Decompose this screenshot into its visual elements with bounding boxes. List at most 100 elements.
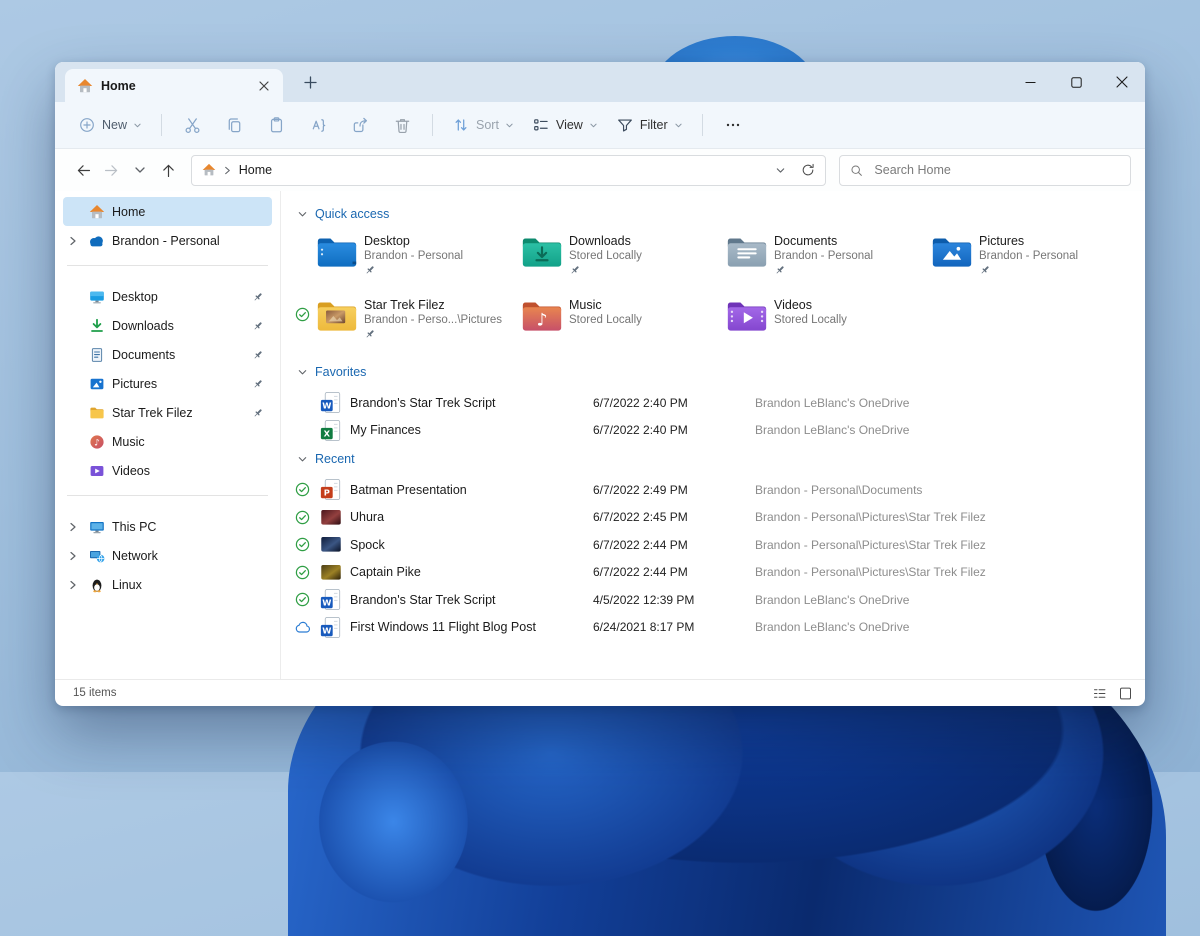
view-button[interactable]: View xyxy=(523,110,607,140)
forward-button[interactable] xyxy=(97,156,125,185)
details-view-icon[interactable] xyxy=(1089,683,1109,703)
tile-subtitle: Brandon - Perso...\Pictures xyxy=(364,314,503,326)
sidebar-item-videos[interactable]: Videos xyxy=(63,456,272,485)
chevron-right-icon[interactable] xyxy=(65,580,81,590)
tile-name: Star Trek Filez xyxy=(364,298,445,312)
filter-button[interactable]: Filter xyxy=(607,110,692,140)
tile-text: Star Trek Filez Brandon - Perso...\Pictur… xyxy=(364,295,503,353)
thumbnails-view-icon[interactable] xyxy=(1115,683,1135,703)
address-bar[interactable]: Home xyxy=(190,154,827,186)
tile-text: Desktop Brandon - Personal xyxy=(364,231,463,289)
sync-status-placeholder xyxy=(295,231,316,289)
chevron-down-icon xyxy=(298,211,307,216)
sidebar-item-pictures[interactable]: Pictures xyxy=(63,369,272,398)
file-row-first-windows-11-flight-blog-post[interactable]: W First Windows 11 Flight Blog Post 6/24/2… xyxy=(295,614,1145,642)
quick-access-tile-documents[interactable]: Documents Brandon - Personal xyxy=(705,231,910,289)
status-bar: 15 items xyxy=(55,679,1145,706)
tab-title: Home xyxy=(101,78,136,93)
quick-access-tile-star-trek-filez[interactable]: Star Trek Filez Brandon - Perso...\Pictur… xyxy=(295,295,503,353)
file-row-batman-presentation[interactable]: P Batman Presentation 6/7/2022 2:49 PM Bran… xyxy=(295,476,1145,504)
address-dropdown-icon[interactable] xyxy=(775,165,786,176)
file-row-spock[interactable]: Spock 6/7/2022 2:44 PM Brandon - Personal\… xyxy=(295,531,1145,559)
window-controls xyxy=(1007,62,1145,102)
copy-button[interactable] xyxy=(214,108,254,142)
thumb-blue-icon xyxy=(320,533,350,556)
file-row-brandon-s-star-trek-script[interactable]: W Brandon's Star Trek Script 4/5/2022 12:3… xyxy=(295,586,1145,614)
file-date: 6/24/2021 8:17 PM xyxy=(593,620,695,635)
sidebar-item-label: Desktop xyxy=(112,289,158,304)
refresh-icon[interactable] xyxy=(801,163,815,177)
plus-circle-icon xyxy=(78,116,96,134)
chevron-right-icon[interactable] xyxy=(65,551,81,561)
minimize-button[interactable] xyxy=(1007,62,1053,102)
sort-button[interactable]: Sort xyxy=(443,110,523,140)
thumb-red-icon xyxy=(320,506,350,529)
sync-status-placeholder xyxy=(910,231,931,289)
file-date: 6/7/2022 2:45 PM xyxy=(593,510,688,525)
section-favorites-header[interactable]: Favorites xyxy=(297,365,1145,379)
tab-close-icon[interactable] xyxy=(253,75,275,97)
file-row-my-finances[interactable]: X My Finances 6/7/2022 2:40 PM Brandon LeBl… xyxy=(295,417,1145,445)
search-input[interactable] xyxy=(872,162,1121,178)
pin-icon xyxy=(252,407,264,419)
sidebar-item-network[interactable]: Network xyxy=(63,541,272,570)
tile-text: Pictures Brandon - Personal xyxy=(979,231,1078,289)
new-button[interactable]: New xyxy=(69,110,151,140)
close-button[interactable] xyxy=(1099,62,1145,102)
tile-text: Documents Brandon - Personal xyxy=(774,231,873,289)
sidebar-item-home[interactable]: Home xyxy=(63,197,272,226)
tab-home[interactable]: Home xyxy=(65,69,283,102)
maximize-button[interactable] xyxy=(1053,62,1099,102)
more-options-button[interactable] xyxy=(713,108,753,142)
file-row-captain-pike[interactable]: Captain Pike 6/7/2022 2:44 PM Brandon - Pe… xyxy=(295,559,1145,587)
section-title: Recent xyxy=(315,452,355,466)
breadcrumb[interactable]: Home xyxy=(239,163,272,177)
sidebar-item-documents[interactable]: Documents xyxy=(63,340,272,369)
rename-button[interactable] xyxy=(298,108,338,142)
cut-button[interactable] xyxy=(172,108,212,142)
copy-icon xyxy=(225,116,244,135)
sidebar-item-downloads[interactable]: Downloads xyxy=(63,311,272,340)
chevron-right-icon[interactable] xyxy=(65,236,81,246)
downloads-icon xyxy=(88,317,105,334)
file-location: Brandon - Personal\Pictures\Star Trek Fi… xyxy=(755,537,986,552)
section-title: Favorites xyxy=(315,365,367,379)
back-button[interactable] xyxy=(69,156,97,185)
file-explorer-window: Home New Sort View Filter Home Search Ho… xyxy=(55,62,1145,706)
items-view: Quick access Desktop Brandon - Personal D… xyxy=(280,191,1145,679)
quick-access-tile-music[interactable]: ♪ Music Stored Locally xyxy=(500,295,705,353)
paste-button[interactable] xyxy=(256,108,296,142)
sidebar-item-linux[interactable]: Linux xyxy=(63,570,272,599)
word-icon: W xyxy=(320,616,350,639)
sidebar-item-music[interactable]: ♪ Music xyxy=(63,427,272,456)
quick-access-tile-downloads[interactable]: Downloads Stored Locally xyxy=(500,231,705,289)
new-tab-button[interactable] xyxy=(295,67,325,97)
section-quick-access-header[interactable]: Quick access xyxy=(297,207,1145,221)
folder-pictures-icon xyxy=(931,231,979,289)
file-row-uhura[interactable]: Uhura 6/7/2022 2:45 PM Brandon - Personal\… xyxy=(295,504,1145,532)
file-row-brandon-s-star-trek-script[interactable]: W Brandon's Star Trek Script 6/7/2022 2:40… xyxy=(295,389,1145,417)
svg-text:W: W xyxy=(322,625,331,635)
sidebar-item-this-pc[interactable]: This PC xyxy=(63,512,272,541)
share-button[interactable] xyxy=(340,108,380,142)
toolbar-divider xyxy=(432,114,434,136)
file-name: Brandon's Star Trek Script xyxy=(350,395,496,410)
sidebar-item-star-trek-filez[interactable]: Star Trek Filez xyxy=(63,398,272,427)
sidebar-item-brandon-personal[interactable]: Brandon - Personal xyxy=(63,226,272,255)
tile-subtitle: Stored Locally xyxy=(569,314,642,326)
sync-status-icon xyxy=(295,565,320,580)
chevron-right-icon[interactable] xyxy=(65,522,81,532)
file-location: Brandon LeBlanc's OneDrive xyxy=(755,423,910,438)
quick-access-tile-videos[interactable]: Videos Stored Locally xyxy=(705,295,910,353)
sidebar-item-desktop[interactable]: Desktop xyxy=(63,282,272,311)
delete-button[interactable] xyxy=(382,108,422,142)
folder-documents-icon xyxy=(726,231,774,289)
recent-locations-button[interactable] xyxy=(126,156,154,185)
tile-text: Music Stored Locally xyxy=(569,295,642,353)
quick-access-tile-pictures[interactable]: Pictures Brandon - Personal xyxy=(910,231,1115,289)
up-button[interactable] xyxy=(154,156,182,185)
search-box[interactable] xyxy=(839,154,1132,186)
thumb-olive-icon xyxy=(320,561,350,584)
section-recent-header[interactable]: Recent xyxy=(297,452,1145,466)
quick-access-tile-desktop[interactable]: Desktop Brandon - Personal xyxy=(295,231,500,289)
